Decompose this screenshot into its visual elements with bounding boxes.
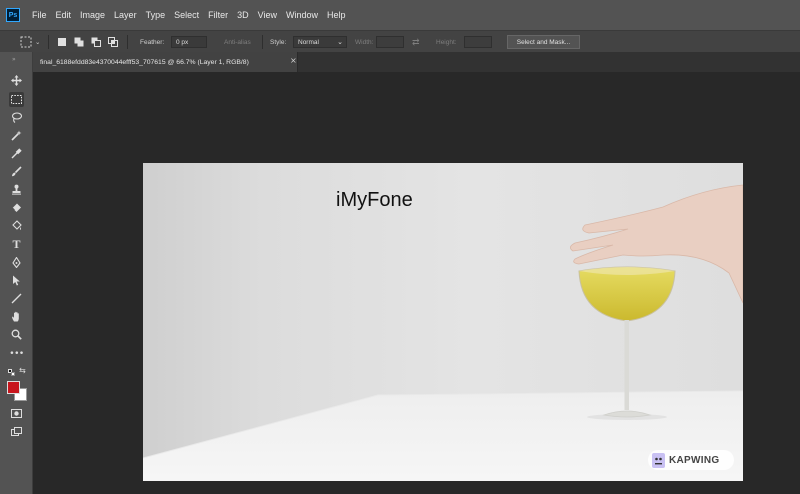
kapwing-watermark: KAPWING <box>648 450 734 470</box>
subtract-from-selection-icon[interactable] <box>91 37 101 47</box>
tools-panel: » T ••• ⇆ <box>0 52 33 494</box>
menu-image[interactable]: Image <box>80 10 105 20</box>
quick-mask-icon[interactable] <box>9 406 24 421</box>
feather-input[interactable]: 0 px <box>171 36 207 48</box>
clone-stamp-tool-icon[interactable] <box>9 182 24 197</box>
divider <box>127 35 128 49</box>
type-tool-icon[interactable]: T <box>9 237 24 252</box>
menu-window[interactable]: Window <box>286 10 318 20</box>
menu-view[interactable]: View <box>258 10 277 20</box>
close-tab-icon[interactable]: × <box>290 56 297 65</box>
screen-mode-icon[interactable] <box>9 425 24 440</box>
menu-file[interactable]: File <box>32 10 47 20</box>
eraser-tool-icon[interactable] <box>9 200 24 215</box>
add-to-selection-icon[interactable] <box>74 37 84 47</box>
chevron-down-icon: ⌄ <box>337 39 343 46</box>
menu-select[interactable]: Select <box>174 10 199 20</box>
select-and-mask-button[interactable]: Select and Mask... <box>507 35 580 49</box>
photo-image <box>143 184 743 481</box>
line-tool-icon[interactable] <box>9 291 24 306</box>
intersect-selection-icon[interactable] <box>108 37 118 47</box>
brush-tool-icon[interactable] <box>9 164 24 179</box>
rectangular-marquee-tool-icon[interactable] <box>9 92 24 107</box>
text-layer-imyfone[interactable]: iMyFone <box>336 189 413 212</box>
style-label: Style: <box>270 38 287 46</box>
panel-collapse-icon[interactable]: » <box>12 56 16 63</box>
hand-tool-icon[interactable] <box>9 309 24 324</box>
default-colors-icon[interactable] <box>8 369 15 376</box>
width-input[interactable] <box>376 36 404 48</box>
paint-bucket-tool-icon[interactable] <box>9 218 24 233</box>
zoom-tool-icon[interactable] <box>9 327 24 342</box>
foreground-color-swatch[interactable] <box>7 381 20 394</box>
menu-3d[interactable]: 3D <box>237 10 249 20</box>
eyedropper-tool-icon[interactable] <box>9 146 24 161</box>
document-tab[interactable]: final_6188efdd83e4370044efff53_707615 @ … <box>33 52 298 72</box>
main-menu: File Edit Image Layer Type Select Filter 3D View… <box>32 0 355 30</box>
document-tab-title: final_6188efdd83e4370044efff53_707615 @ … <box>40 58 249 66</box>
pen-tool-icon[interactable] <box>9 255 24 270</box>
swap-dimensions-icon[interactable]: ⇄ <box>412 31 420 53</box>
width-label: Width: <box>355 38 374 46</box>
document-tab-bar: final_6188efdd83e4370044efff53_707615 @ … <box>33 52 800 72</box>
menu-type[interactable]: Type <box>146 10 166 20</box>
document-canvas[interactable] <box>143 163 743 481</box>
quick-selection-tool-icon[interactable] <box>9 128 24 143</box>
preset-chevron-down-icon[interactable]: ⌄ <box>35 31 40 53</box>
divider <box>262 35 263 49</box>
menu-layer[interactable]: Layer <box>114 10 137 20</box>
height-label: Height: <box>436 38 457 46</box>
photoshop-logo-icon[interactable]: Ps <box>6 8 20 22</box>
divider <box>48 35 49 49</box>
menu-edit[interactable]: Edit <box>56 10 72 20</box>
options-bar: ⌄ Feather: 0 px Anti-alias Style: Normal… <box>0 30 800 52</box>
marquee-preset-icon[interactable] <box>20 36 32 48</box>
lasso-tool-icon[interactable] <box>9 110 24 125</box>
new-selection-icon[interactable] <box>57 37 67 47</box>
menu-help[interactable]: Help <box>327 10 346 20</box>
more-tools-icon[interactable]: ••• <box>9 346 24 361</box>
style-value: Normal <box>298 38 319 46</box>
anti-alias-checkbox[interactable]: Anti-alias <box>224 31 251 53</box>
move-tool-icon[interactable] <box>9 73 24 88</box>
menu-bar: Ps File Edit Image Layer Type Select Filter 3D V… <box>0 0 800 30</box>
style-select[interactable]: Normal ⌄ <box>293 36 347 48</box>
feather-label: Feather: <box>140 38 165 46</box>
swap-colors-icon[interactable]: ⇆ <box>19 366 26 375</box>
kapwing-logo-icon <box>652 452 665 468</box>
path-selection-tool-icon[interactable] <box>9 273 24 288</box>
kapwing-watermark-text: KAPWING <box>669 454 720 466</box>
height-input[interactable] <box>464 36 492 48</box>
menu-filter[interactable]: Filter <box>208 10 228 20</box>
